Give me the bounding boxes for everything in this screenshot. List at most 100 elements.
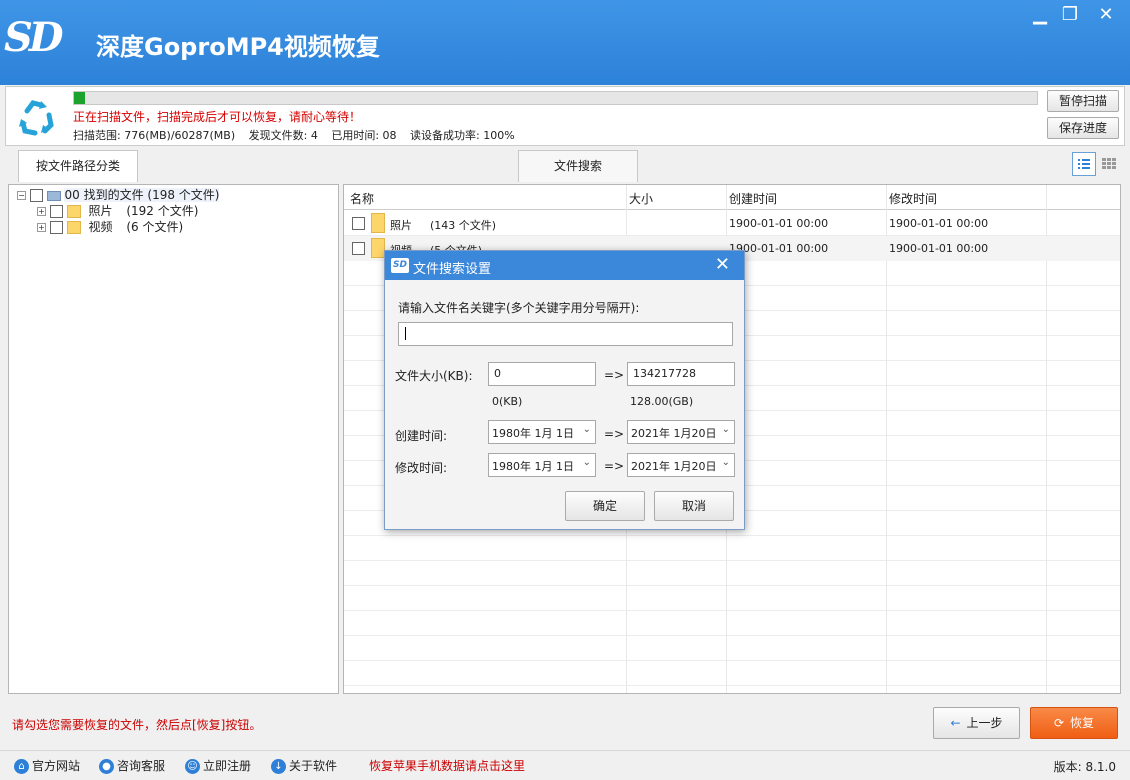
- row-count: (143 个文件): [430, 219, 497, 232]
- grid-view-icon: [1102, 158, 1116, 169]
- size-max-hint: 128.00(GB): [630, 395, 694, 408]
- col-created[interactable]: 创建时间: [729, 190, 777, 207]
- support-label: 咨询客服: [117, 759, 166, 773]
- tab-file-search[interactable]: 文件搜索: [518, 150, 638, 182]
- list-view-icon: [1078, 159, 1090, 169]
- chat-icon: ●: [99, 759, 114, 774]
- dialog-ok-button[interactable]: 确定: [565, 491, 645, 521]
- elapsed-time: 已用时间: 08: [331, 129, 397, 142]
- iphone-recovery-link[interactable]: 恢复苹果手机数据请点击这里: [369, 757, 525, 774]
- col-name[interactable]: 名称: [350, 190, 374, 207]
- keyword-input[interactable]: [398, 322, 733, 346]
- pause-scan-button[interactable]: 暂停扫描: [1047, 90, 1119, 112]
- download-icon: ↓: [271, 759, 286, 774]
- created-arrow: =>: [604, 427, 625, 441]
- found-count: 发现文件数: 4: [248, 129, 318, 142]
- minimize-button[interactable]: ▁: [1025, 3, 1055, 29]
- col-modified[interactable]: 修改时间: [889, 190, 937, 207]
- close-icon: ✕: [1098, 4, 1114, 25]
- table-row[interactable]: 照片 (143 个文件) 1900-01-01 00:00 1900-01-01…: [344, 211, 1120, 236]
- list-header: 名称 大小 创建时间 修改时间: [344, 185, 1120, 210]
- tree-root[interactable]: − 00 找到的文件 (198 个文件): [17, 187, 220, 203]
- chevron-down-icon: ⌄: [582, 457, 591, 468]
- drive-icon: [46, 190, 61, 201]
- tree-item-count: (6 个文件): [126, 220, 184, 234]
- tree-item-checkbox[interactable]: [49, 221, 63, 234]
- row-line: [344, 560, 1120, 561]
- tree-item-videos[interactable]: + 视频 (6 个文件): [37, 219, 183, 235]
- about-label: 关于软件: [289, 759, 338, 773]
- dialog-cancel-button[interactable]: 取消: [654, 491, 734, 521]
- chevron-down-icon: ⌄: [582, 424, 591, 435]
- prev-step-button[interactable]: ← 上一步: [933, 707, 1020, 739]
- arrow-left-icon: ←: [950, 716, 961, 730]
- row-line: [344, 585, 1120, 586]
- created-from-picker[interactable]: 1980年 1月 1日 ⌄: [488, 420, 596, 444]
- size-arrow: =>: [604, 368, 625, 382]
- dialog-close-icon[interactable]: ✕: [715, 254, 730, 275]
- folder-icon: [66, 205, 81, 218]
- footer-hint: 请勾选您需要恢复的文件，然后点[恢复]按钮。: [12, 718, 262, 732]
- recover-button[interactable]: ⟳ 恢复: [1030, 707, 1118, 739]
- row-line: [344, 635, 1120, 636]
- home-icon: ⌂: [14, 759, 29, 774]
- tree-root-checkbox[interactable]: [29, 189, 43, 202]
- app-logo: SD: [4, 14, 82, 66]
- chevron-down-icon: ⌄: [721, 424, 730, 435]
- tree-root-label: 00 找到的文件 (198 个文件): [64, 188, 220, 202]
- row-modified: 1900-01-01 00:00: [889, 217, 989, 230]
- tree-item-checkbox[interactable]: [49, 205, 63, 218]
- modified-arrow: =>: [604, 459, 625, 473]
- tree-item-label: 视频: [88, 220, 113, 234]
- list-view-button[interactable]: [1072, 152, 1096, 176]
- recycle-icon: [19, 100, 54, 136]
- scan-progress-fill: [74, 92, 85, 104]
- restore-icon: ❐: [1061, 4, 1079, 25]
- modified-to-value: 2021年 1月20日: [631, 460, 717, 473]
- version-label: 版本: 8.1.0: [1053, 760, 1116, 774]
- dialog-title-bar: SD 文件搜索设置 ✕: [385, 251, 744, 280]
- status-bar: ⌂ 官方网站 ● 咨询客服 ☺ 立即注册 ↓ 关于软件 恢复苹果手机数据请点击这里 版本…: [0, 750, 1130, 780]
- save-progress-button[interactable]: 保存进度: [1047, 117, 1119, 139]
- about-link[interactable]: ↓ 关于软件: [271, 757, 337, 774]
- read-rate: 读设备成功率: 100%: [410, 129, 515, 142]
- col-size[interactable]: 大小: [629, 190, 653, 207]
- size-min-input[interactable]: 0: [488, 362, 596, 386]
- register-label: 立即注册: [203, 759, 252, 773]
- tab-by-path[interactable]: 按文件路径分类: [18, 150, 138, 182]
- user-icon: ☺: [185, 759, 200, 774]
- close-button[interactable]: ✕: [1091, 3, 1121, 29]
- refresh-icon: ⟳: [1053, 716, 1065, 730]
- text-cursor: [405, 327, 410, 340]
- created-label: 创建时间:: [395, 429, 448, 443]
- modified-from-picker[interactable]: 1980年 1月 1日 ⌄: [488, 453, 596, 477]
- size-max-input[interactable]: 134217728: [627, 362, 735, 386]
- tree-item-label: 照片: [88, 204, 113, 218]
- register-link[interactable]: ☺ 立即注册: [185, 757, 251, 774]
- scan-warning: 正在扫描文件，扫描完成后才可以恢复，请耐心等待！: [73, 110, 362, 124]
- logo-text: SD: [4, 14, 64, 61]
- grid-view-button[interactable]: [1098, 152, 1122, 176]
- collapse-icon[interactable]: −: [17, 191, 26, 200]
- expand-icon[interactable]: +: [37, 207, 46, 216]
- row-checkbox[interactable]: [352, 242, 365, 255]
- created-to-picker[interactable]: 2021年 1月20日 ⌄: [627, 420, 735, 444]
- tree-item-count: (192 个文件): [126, 204, 199, 218]
- tree-item-photos[interactable]: + 照片 (192 个文件): [37, 203, 198, 219]
- prev-step-label: 上一步: [966, 716, 1003, 730]
- search-dialog: SD 文件搜索设置 ✕ 请输入文件名关键字(多个关键字用分号隔开): 文件大小(…: [384, 250, 745, 530]
- app-title: 深度GoproMP4视频恢复: [96, 33, 380, 61]
- website-link[interactable]: ⌂ 官方网站: [14, 757, 80, 774]
- support-link[interactable]: ● 咨询客服: [99, 757, 165, 774]
- website-label: 官方网站: [32, 759, 81, 773]
- size-label: 文件大小(KB):: [395, 369, 473, 383]
- row-name: 照片: [390, 219, 412, 232]
- size-min-hint: 0(KB): [492, 395, 523, 408]
- row-checkbox[interactable]: [352, 217, 365, 230]
- modified-to-picker[interactable]: 2021年 1月20日 ⌄: [627, 453, 735, 477]
- row-line: [344, 660, 1120, 661]
- expand-icon[interactable]: +: [37, 223, 46, 232]
- modified-label: 修改时间:: [395, 461, 448, 475]
- minimize-icon: ▁: [1033, 4, 1047, 25]
- restore-button[interactable]: ❐: [1055, 3, 1085, 29]
